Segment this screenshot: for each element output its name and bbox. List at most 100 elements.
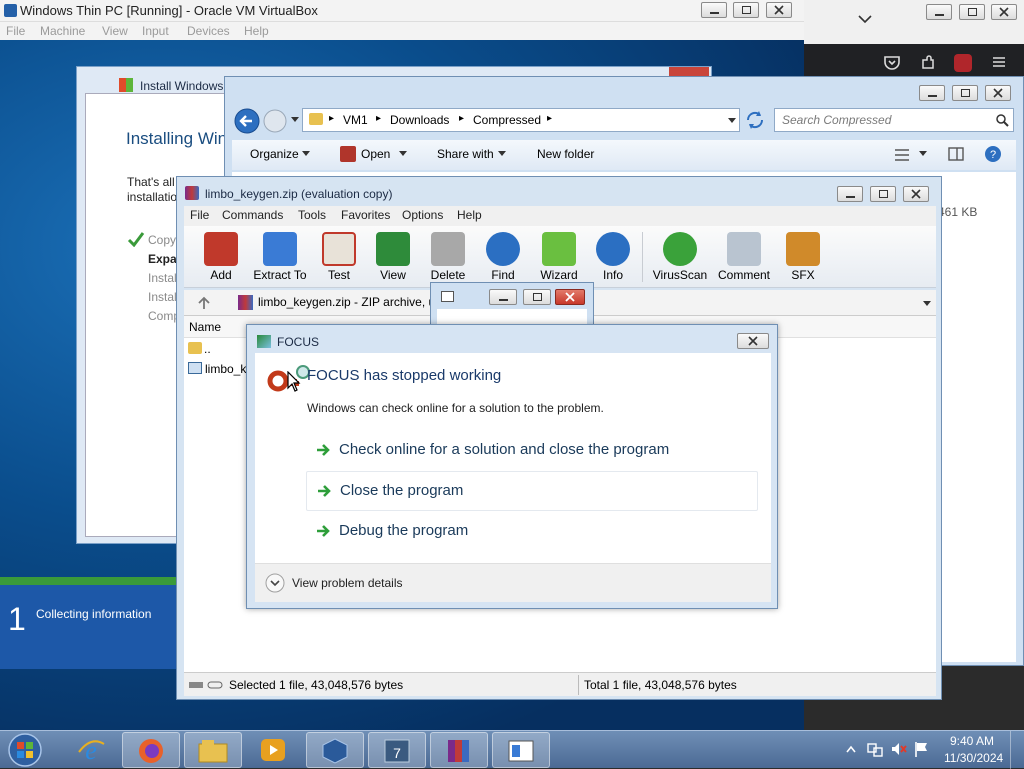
winrar-close-button[interactable] [903, 186, 929, 202]
path-dropdown-icon[interactable] [922, 300, 932, 307]
volume-muted-icon[interactable] [890, 741, 908, 757]
explorer-search-box[interactable]: Search Compressed [774, 108, 1014, 132]
explorer-address-bar[interactable]: ▸ VM1 ▸ Downloads ▸ Compressed ▸ [302, 108, 740, 132]
tool-virusscan-button[interactable]: VirusScan [650, 228, 710, 282]
option-debug-program[interactable]: Debug the program [306, 512, 758, 552]
focus-app-icon [508, 740, 534, 762]
tool-find-button[interactable]: Find [474, 228, 532, 282]
vbox-restore-button[interactable] [733, 2, 759, 18]
refresh-icon[interactable] [744, 110, 766, 130]
view-book-icon [376, 232, 410, 266]
tool-info-button[interactable]: Info [584, 228, 642, 282]
back-arrow-icon[interactable] [234, 108, 262, 134]
vbox-menu-input[interactable]: Input [142, 24, 169, 38]
share-with-button[interactable]: Share with [437, 147, 494, 161]
taskbar-media[interactable] [244, 732, 302, 768]
taskbar-winrar[interactable] [430, 732, 488, 768]
tool-add-button[interactable]: Add [192, 228, 250, 282]
pocket-icon[interactable] [884, 56, 900, 70]
winrar-menu-help[interactable]: Help [457, 208, 482, 222]
taskbar-ie[interactable]: e [62, 732, 120, 768]
svg-text:e: e [85, 736, 97, 764]
winrar-menu-commands[interactable]: Commands [222, 208, 283, 222]
organize-button[interactable]: Organize [250, 147, 299, 161]
winrar-menu-favorites[interactable]: Favorites [341, 208, 390, 222]
parent-folder-icon [188, 342, 202, 354]
test-checklist-icon [322, 232, 356, 266]
vbox-menu-help[interactable]: Help [244, 24, 269, 38]
breadcrumb-sep-icon: ▸ [329, 113, 335, 124]
network-icon[interactable] [866, 741, 884, 757]
green-arrow-icon [317, 444, 330, 456]
taskbar-app7[interactable]: 7 [368, 732, 426, 768]
archive-path-text: limbo_keygen.zip - ZIP archive, u [258, 295, 436, 309]
explorer-minimize-button[interactable] [919, 85, 945, 101]
tool-extract-to-button[interactable]: Extract To [250, 228, 310, 282]
popup-minimize-button[interactable] [489, 289, 517, 305]
ublock-icon[interactable] [954, 54, 972, 72]
clock-time[interactable]: 9:40 AM [950, 734, 994, 748]
breadcrumb-compressed[interactable]: Compressed [473, 113, 541, 127]
popup-close-button[interactable] [555, 289, 585, 305]
vbox-menu-file[interactable]: File [6, 24, 25, 38]
preview-pane-icon[interactable] [948, 147, 964, 161]
hamburger-menu-icon[interactable] [992, 56, 1006, 68]
open-button[interactable]: Open [361, 147, 390, 161]
breadcrumb-downloads[interactable]: Downloads [390, 113, 449, 127]
breadcrumb-vm1[interactable]: VM1 [343, 113, 368, 127]
host-restore-button[interactable] [959, 4, 985, 20]
up-arrow-icon[interactable] [198, 296, 210, 310]
vbox-titlebar[interactable]: Windows Thin PC [Running] - Oracle VM Vi… [0, 0, 804, 22]
host-minimize-button[interactable] [926, 4, 952, 20]
search-icon[interactable] [995, 113, 1009, 127]
help-icon[interactable]: ? [984, 145, 1002, 163]
close-icon [999, 7, 1009, 17]
dialog-close-button[interactable] [737, 333, 769, 349]
taskbar-focus[interactable] [492, 732, 550, 768]
winrar-menu-tools[interactable]: Tools [298, 208, 326, 222]
chevron-down-icon[interactable] [858, 14, 872, 24]
show-desktop-button[interactable] [1010, 731, 1024, 769]
vbox-menu-view[interactable]: View [102, 24, 128, 38]
option-close-program[interactable]: Close the program [306, 471, 758, 511]
history-chevron-icon[interactable] [290, 116, 300, 124]
explorer-maximize-button[interactable] [952, 85, 978, 101]
new-folder-button[interactable]: New folder [537, 147, 594, 161]
explorer-close-button[interactable] [985, 85, 1011, 101]
taskbar-virtualbox[interactable] [306, 732, 364, 768]
tool-delete-button[interactable]: Delete [419, 228, 477, 282]
taskbar-firefox[interactable] [122, 732, 180, 768]
chevron-down-circle-icon[interactable] [265, 573, 285, 593]
taskbar-explorer[interactable] [184, 732, 242, 768]
chevron-down-icon[interactable] [919, 151, 927, 157]
tool-wizard-button[interactable]: Wizard [530, 228, 588, 282]
vbox-menu-devices[interactable]: Devices [187, 24, 230, 38]
winrar-minimize-button[interactable] [837, 186, 863, 202]
start-orb-icon[interactable] [4, 732, 46, 768]
winrar-menu-file[interactable]: File [190, 208, 209, 222]
tool-view-button[interactable]: View [364, 228, 422, 282]
tool-test-button[interactable]: Test [310, 228, 368, 282]
view-options-icon[interactable] [894, 148, 910, 162]
tray-expand-icon[interactable] [846, 745, 856, 753]
clock-date[interactable]: 11/30/2024 [944, 751, 1003, 765]
find-magnifier-icon [486, 232, 520, 266]
view-problem-details-link[interactable]: View problem details [292, 576, 403, 590]
host-close-button[interactable] [991, 4, 1017, 20]
pdf-app-icon: 7 [384, 739, 410, 763]
row-name: .. [204, 342, 211, 356]
vbox-menu-machine[interactable]: Machine [40, 24, 85, 38]
setup-progress-panel: 1 Collecting information [0, 577, 176, 669]
winrar-menu-options[interactable]: Options [402, 208, 443, 222]
popup-maximize-button[interactable] [523, 289, 551, 305]
extensions-icon[interactable] [920, 55, 936, 71]
vbox-minimize-button[interactable] [701, 2, 727, 18]
address-dropdown-icon[interactable] [727, 117, 737, 125]
tool-comment-button[interactable]: Comment [714, 228, 774, 282]
winrar-maximize-button[interactable] [870, 186, 896, 202]
tool-sfx-button[interactable]: SFX [774, 228, 832, 282]
forward-arrow-icon[interactable] [263, 108, 289, 134]
option-check-online[interactable]: Check online for a solution and close th… [306, 431, 758, 471]
vbox-close-button[interactable] [766, 2, 792, 18]
action-center-flag-icon[interactable] [914, 740, 930, 758]
